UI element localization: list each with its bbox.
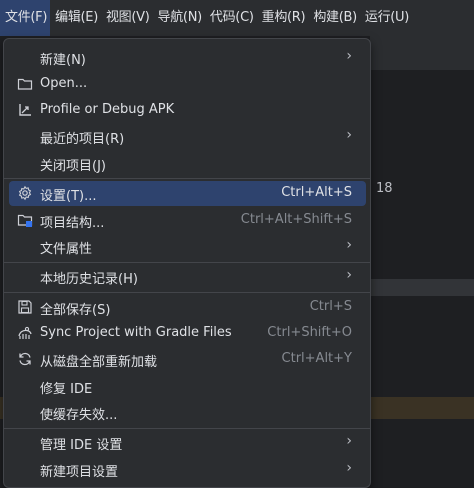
menu-item-open[interactable]: Open... bbox=[9, 72, 366, 97]
menu-item-label: Profile or Debug APK bbox=[40, 102, 175, 117]
editor-text-fragment: 18 bbox=[376, 181, 393, 196]
menu-item-manage-ide-settings[interactable]: 管理 IDE 设置 › bbox=[9, 430, 366, 455]
menu-refactor[interactable]: 重构(R) bbox=[257, 0, 309, 36]
menu-item-label: 设置(T)... bbox=[40, 189, 97, 204]
menu-item-label: 管理 IDE 设置 bbox=[40, 438, 123, 453]
menu-item-new[interactable]: 新建(N) › bbox=[9, 45, 366, 70]
menu-separator bbox=[4, 178, 370, 179]
menu-view[interactable]: 视图(V) bbox=[101, 0, 153, 36]
menu-edit[interactable]: 编辑(E) bbox=[50, 0, 101, 36]
menu-item-close-project[interactable]: 关闭项目(J) bbox=[9, 151, 366, 176]
menu-item-profile-apk[interactable]: Profile or Debug APK bbox=[9, 98, 366, 123]
menu-item-shortcut: Ctrl+Alt+S bbox=[281, 185, 352, 200]
project-structure-icon bbox=[17, 212, 33, 228]
menu-item-label: 全部保存(S) bbox=[40, 303, 111, 318]
menu-item-label: 修复 IDE bbox=[40, 382, 93, 397]
menu-item-label: 使缓存失效... bbox=[40, 408, 118, 423]
folder-icon bbox=[17, 76, 33, 92]
menu-item-new-project-settings[interactable]: 新建项目设置 › bbox=[9, 457, 366, 482]
menu-separator bbox=[4, 262, 370, 263]
menu-item-project-structure[interactable]: 项目结构... Ctrl+Alt+Shift+S bbox=[9, 208, 366, 233]
menu-item-shortcut: Ctrl+S bbox=[309, 299, 352, 314]
save-icon bbox=[17, 299, 33, 315]
menu-item-label: 本地历史记录(H) bbox=[40, 272, 138, 287]
menu-item-label: 从磁盘全部重新加载 bbox=[40, 355, 158, 370]
menu-run[interactable]: 运行(U) bbox=[360, 0, 412, 36]
menu-file[interactable]: 文件(F) bbox=[0, 0, 51, 36]
menu-separator bbox=[4, 428, 370, 429]
menu-item-label: Sync Project with Gradle Files bbox=[40, 325, 232, 340]
menu-build[interactable]: 构建(B) bbox=[308, 0, 360, 36]
chevron-right-icon: › bbox=[346, 127, 352, 143]
menu-item-label: 新建(N) bbox=[40, 53, 86, 68]
menu-item-label: 项目结构... bbox=[40, 216, 105, 231]
editor-tab-strip bbox=[370, 36, 474, 70]
profile-debug-icon bbox=[17, 102, 33, 118]
menu-item-label: Open... bbox=[40, 76, 88, 91]
menu-item-shortcut: Ctrl+Shift+O bbox=[267, 325, 352, 340]
menu-code[interactable]: 代码(C) bbox=[205, 0, 257, 36]
file-menu-dropdown: 新建(N) › Open... Profile or Debug APK 最近的… bbox=[3, 38, 371, 488]
menu-item-save-all[interactable]: 全部保存(S) Ctrl+S bbox=[9, 295, 366, 320]
menu-item-sync-gradle[interactable]: Sync Project with Gradle Files Ctrl+Shif… bbox=[9, 321, 366, 346]
menu-item-invalidate-caches[interactable]: 使缓存失效... bbox=[9, 400, 366, 425]
menu-item-shortcut: Ctrl+Alt+Shift+S bbox=[240, 212, 352, 227]
menu-item-shortcut: Ctrl+Alt+Y bbox=[281, 351, 352, 366]
chevron-right-icon: › bbox=[346, 237, 352, 253]
menu-separator bbox=[4, 292, 370, 293]
chevron-right-icon: › bbox=[346, 48, 352, 64]
menu-item-file-properties[interactable]: 文件属性 › bbox=[9, 234, 366, 259]
chevron-right-icon: › bbox=[346, 267, 352, 283]
editor-highlight-line bbox=[370, 279, 474, 296]
menu-navigate[interactable]: 导航(N) bbox=[153, 0, 205, 36]
chevron-right-icon: › bbox=[346, 433, 352, 449]
menu-item-label: 文件属性 bbox=[40, 242, 93, 257]
menu-item-label: 最近的项目(R) bbox=[40, 132, 125, 147]
menu-bar: 文件(F) 编辑(E) 视图(V) 导航(N) 代码(C) 重构(R) 构建(B… bbox=[0, 0, 474, 36]
menu-item-label: 新建项目设置 bbox=[40, 465, 119, 480]
chevron-right-icon: › bbox=[346, 460, 352, 476]
menu-item-reload-from-disk[interactable]: 从磁盘全部重新加载 Ctrl+Alt+Y bbox=[9, 347, 366, 372]
menu-item-local-history[interactable]: 本地历史记录(H) › bbox=[9, 264, 366, 289]
menu-item-label: 关闭项目(J) bbox=[40, 159, 106, 174]
menu-item-settings[interactable]: 设置(T)... Ctrl+Alt+S bbox=[9, 181, 366, 206]
menu-item-repair-ide[interactable]: 修复 IDE bbox=[9, 374, 366, 399]
menu-item-recent-projects[interactable]: 最近的项目(R) › bbox=[9, 124, 366, 149]
gear-icon bbox=[17, 185, 33, 201]
gradle-sync-icon bbox=[17, 325, 33, 341]
reload-icon bbox=[17, 351, 33, 367]
